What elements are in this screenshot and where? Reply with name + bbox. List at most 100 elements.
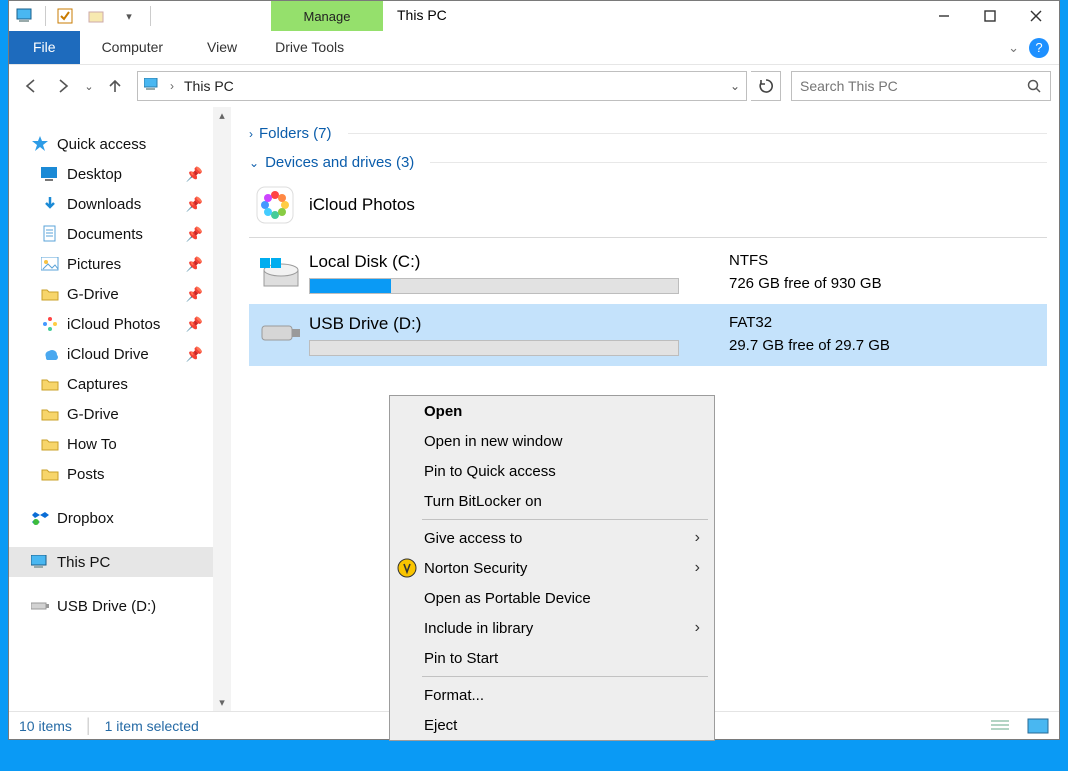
recent-dropdown-icon[interactable]: ⌄	[81, 70, 97, 102]
capacity-bar	[309, 278, 679, 294]
properties-icon[interactable]	[52, 3, 78, 29]
ctx-give-access[interactable]: Give access to ›	[390, 523, 714, 553]
sidebar-item-label: iCloud Photos	[67, 316, 160, 333]
drive-local-c[interactable]: Local Disk (C:) NTFS 726 GB free of 930 …	[249, 242, 1047, 304]
ctx-bitlocker[interactable]: Turn BitLocker on	[390, 486, 714, 516]
pc-icon[interactable]	[13, 3, 39, 29]
sidebar-item-captures[interactable]: Captures	[9, 369, 231, 399]
sidebar-item-desktop[interactable]: Desktop📌	[9, 159, 231, 189]
pin-icon: 📌	[186, 196, 203, 213]
sidebar-usb-drive[interactable]: USB Drive (D:)	[9, 591, 231, 621]
icloud-photos-icon	[255, 185, 295, 225]
sidebar-item-label: This PC	[57, 554, 110, 571]
pin-icon: 📌	[186, 316, 203, 333]
drive-name: USB Drive (D:)	[309, 314, 729, 334]
item-icloud-photos[interactable]: iCloud Photos	[249, 177, 1047, 233]
minimize-button[interactable]	[921, 1, 967, 31]
sidebar-item-documents[interactable]: Documents📌	[9, 219, 231, 249]
sidebar-item-label: Captures	[67, 376, 128, 393]
context-menu: Open Open in new window Pin to Quick acc…	[389, 395, 715, 741]
group-label: Folders (7)	[259, 125, 332, 142]
ctx-open[interactable]: Open	[390, 396, 714, 426]
folder-icon	[41, 405, 59, 423]
new-folder-icon[interactable]	[84, 3, 110, 29]
tab-drive-tools[interactable]: Drive Tools	[259, 31, 360, 64]
icloud-drive-icon	[41, 345, 59, 363]
tiles-view-icon[interactable]	[1027, 718, 1049, 734]
sidebar-item-label: Pictures	[67, 256, 121, 273]
titlebar: ▾ Manage This PC	[9, 1, 1059, 31]
maximize-button[interactable]	[967, 1, 1013, 31]
chevron-right-icon: ›	[695, 559, 700, 577]
help-icon[interactable]: ?	[1029, 38, 1049, 58]
capacity-bar	[309, 340, 679, 356]
sidebar-item-gdrive[interactable]: G-Drive📌	[9, 279, 231, 309]
tab-file[interactable]: File	[9, 31, 80, 64]
address-dropdown-icon[interactable]: ⌄	[730, 79, 740, 93]
ribbon-expand-icon[interactable]: ⌄	[1008, 40, 1019, 56]
group-devices[interactable]: ⌄ Devices and drives (3)	[249, 148, 1047, 177]
address-bar[interactable]: › This PC ⌄	[137, 71, 747, 101]
sidebar-item-label: How To	[67, 436, 117, 453]
ctx-label: Give access to	[424, 530, 522, 547]
close-button[interactable]	[1013, 1, 1059, 31]
sidebar-item-label: Downloads	[67, 196, 141, 213]
drive-usb-d[interactable]: USB Drive (D:) FAT32 29.7 GB free of 29.…	[249, 304, 1047, 366]
group-folders[interactable]: › Folders (7)	[249, 119, 1047, 148]
navigation-pane: Quick access Desktop📌 Downloads📌 Documen…	[9, 107, 231, 711]
scroll-up-icon[interactable]: ▴	[217, 107, 227, 124]
ctx-label: Norton Security	[424, 560, 527, 577]
document-icon	[41, 225, 59, 243]
hard-drive-icon	[255, 252, 309, 292]
ctx-norton[interactable]: Norton Security ›	[390, 553, 714, 583]
drive-filesystem: NTFS	[729, 252, 882, 269]
ctx-eject[interactable]: Eject	[390, 710, 714, 740]
navigation-bar: ⌄ › This PC ⌄	[9, 65, 1059, 107]
details-view-icon[interactable]	[989, 718, 1011, 734]
sidebar-item-downloads[interactable]: Downloads 📌	[9, 189, 231, 219]
sidebar-scrollbar[interactable]: ▴ ▾	[213, 107, 231, 711]
address-segment[interactable]: This PC	[184, 78, 234, 94]
sidebar-item-label: Desktop	[67, 166, 122, 183]
sidebar-dropbox[interactable]: Dropbox	[9, 503, 231, 533]
forward-button[interactable]	[49, 70, 77, 102]
drive-filesystem: FAT32	[729, 314, 890, 331]
sidebar-item-posts[interactable]: Posts	[9, 459, 231, 489]
sidebar-item-pictures[interactable]: Pictures📌	[9, 249, 231, 279]
folder-icon	[41, 435, 59, 453]
chevron-right-icon: ›	[695, 529, 700, 547]
tab-view[interactable]: View	[185, 31, 259, 64]
ctx-include-library[interactable]: Include in library›	[390, 613, 714, 643]
ctx-open-new-window[interactable]: Open in new window	[390, 426, 714, 456]
sidebar-item-gdrive-2[interactable]: G-Drive	[9, 399, 231, 429]
sidebar-item-icloud-photos[interactable]: iCloud Photos 📌	[9, 309, 231, 339]
sidebar-item-howto[interactable]: How To	[9, 429, 231, 459]
status-selected-count: 1 item selected	[105, 718, 199, 734]
ctx-pin-start[interactable]: Pin to Start	[390, 643, 714, 673]
sidebar-item-icloud-drive[interactable]: iCloud Drive📌	[9, 339, 231, 369]
sidebar-quick-access[interactable]: Quick access	[9, 129, 231, 159]
sidebar-item-label: iCloud Drive	[67, 346, 149, 363]
group-label: Devices and drives (3)	[265, 154, 414, 171]
folder-icon	[41, 375, 59, 393]
sidebar-this-pc[interactable]: This PC	[9, 547, 231, 577]
scroll-down-icon[interactable]: ▾	[217, 694, 227, 711]
item-label: iCloud Photos	[309, 195, 415, 215]
chevron-right-icon[interactable]: ›	[170, 79, 174, 93]
refresh-button[interactable]	[751, 71, 781, 101]
tab-computer[interactable]: Computer	[80, 31, 185, 64]
search-box[interactable]	[791, 71, 1051, 101]
ctx-pin-quick-access[interactable]: Pin to Quick access	[390, 456, 714, 486]
drive-free-space: 29.7 GB free of 29.7 GB	[729, 337, 890, 354]
back-button[interactable]	[17, 70, 45, 102]
ctx-format[interactable]: Format...	[390, 680, 714, 710]
norton-icon	[396, 557, 418, 579]
ctx-portable[interactable]: Open as Portable Device	[390, 583, 714, 613]
download-icon	[41, 195, 59, 213]
qat-dropdown-icon[interactable]: ▾	[116, 3, 142, 29]
ribbon-context-tab[interactable]: Manage	[271, 1, 383, 31]
up-button[interactable]	[101, 70, 129, 102]
search-input[interactable]	[800, 78, 1027, 94]
search-icon[interactable]	[1027, 79, 1042, 94]
usb-drive-icon	[31, 597, 49, 615]
